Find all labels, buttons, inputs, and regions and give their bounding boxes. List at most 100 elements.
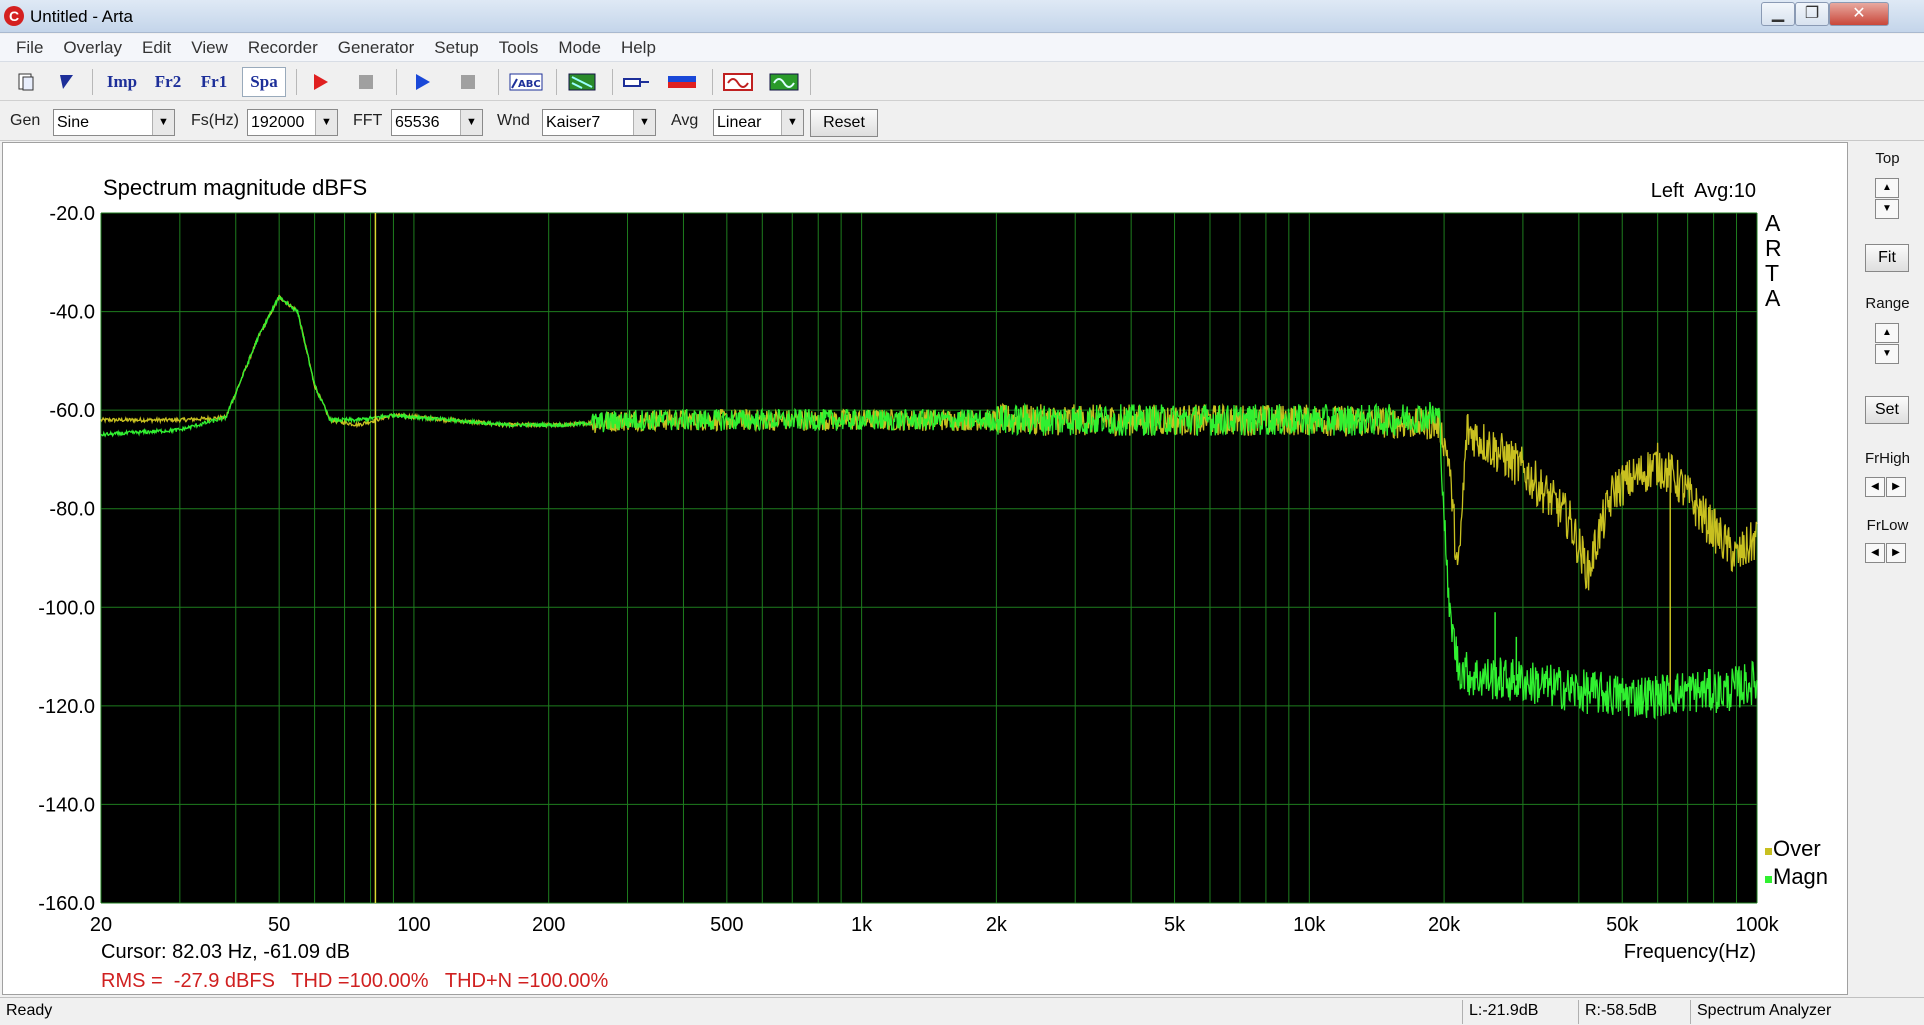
fft-size-select[interactable]: 65536 ▼ [391, 109, 483, 136]
generator-value: Sine [57, 114, 90, 131]
impulse-mode-button[interactable]: Imp [104, 67, 140, 97]
y-tick-label: -120.0 [38, 696, 95, 718]
toolbar-separator [556, 69, 557, 95]
x-tick-label: 1k [851, 914, 873, 936]
chevron-down-icon: ▼ [152, 110, 174, 135]
maximize-button[interactable]: ❐ [1795, 2, 1829, 26]
plot-area[interactable] [101, 213, 1757, 903]
status-ready: Ready [6, 1002, 53, 1019]
status-left-level: L:-21.9dB [1462, 1000, 1576, 1024]
window-label: Wnd [497, 112, 530, 129]
toolbar-separator [712, 69, 713, 95]
y-tick-label: -60.0 [49, 400, 95, 422]
toolbar-separator [296, 69, 297, 95]
abc-icon[interactable]: ABC [506, 67, 546, 97]
spectrum-plot-panel[interactable]: -20.0 -40.0 -60.0 -80.0 -100.0 -120.0 -140.0 -1… [2, 142, 1848, 995]
x-tick-label: 2k [986, 914, 1008, 936]
close-button[interactable]: ✕ [1829, 2, 1889, 26]
channel-info: Left Avg:10 [1651, 180, 1756, 202]
gen-label: Gen [10, 112, 41, 129]
sample-rate-select[interactable]: 192000 ▼ [247, 109, 338, 136]
frhigh-left-button[interactable]: ◀ [1865, 477, 1885, 497]
arta-app-icon[interactable]: C [4, 6, 24, 26]
y-tick-label: -40.0 [49, 302, 95, 324]
top-up-button[interactable]: ▲ [1875, 178, 1899, 198]
menu-setup[interactable]: Setup [424, 38, 488, 58]
x-tick-label: 500 [710, 914, 743, 936]
x-tick-label: 20 [90, 914, 112, 936]
menu-generator[interactable]: Generator [328, 38, 425, 58]
record-stop-icon[interactable] [348, 67, 384, 97]
level-meter-icon[interactable] [664, 67, 700, 97]
x-tick-label: 100k [1735, 914, 1779, 936]
new-file-icon[interactable] [8, 67, 44, 97]
set-button[interactable]: Set [1865, 396, 1909, 424]
frhigh-right-button[interactable]: ▶ [1886, 477, 1906, 497]
y-tick-label: -20.0 [49, 203, 95, 225]
spectrum-grid-icon[interactable] [564, 67, 600, 97]
frhigh-label: FrHigh [1864, 450, 1910, 467]
generator-play-icon[interactable] [404, 67, 440, 97]
menu-mode[interactable]: Mode [548, 38, 611, 58]
menu-view[interactable]: View [181, 38, 238, 58]
probe-icon[interactable] [618, 67, 654, 97]
x-tick-label: 20k [1428, 914, 1461, 936]
fr1-mode-button[interactable]: Fr1 [196, 67, 232, 97]
x-tick-label: 50 [268, 914, 290, 936]
minimize-button[interactable]: ▁ [1761, 2, 1795, 26]
measurement-readout: RMS = -27.9 dBFS THD =100.00% THD+N =100… [101, 970, 609, 992]
cursor-readout: Cursor: 82.03 Hz, -61.09 dB [101, 941, 350, 963]
menu-edit[interactable]: Edit [132, 38, 181, 58]
fr2-mode-button[interactable]: Fr2 [150, 67, 186, 97]
watermark-letter: T [1765, 260, 1779, 286]
status-bar: Ready L:-21.9dB R:-58.5dB Spectrum Analy… [0, 997, 1924, 1025]
record-play-icon[interactable] [302, 67, 338, 97]
x-tick-label: 100 [397, 914, 430, 936]
fit-button[interactable]: Fit [1865, 244, 1909, 272]
legend: Over Magn [1765, 836, 1828, 889]
fft-size-value: 65536 [395, 114, 440, 131]
menu-overlay[interactable]: Overlay [53, 38, 132, 58]
y-tick-label: -100.0 [38, 597, 95, 619]
menu-help[interactable]: Help [611, 38, 666, 58]
chevron-down-icon: ▼ [781, 110, 803, 135]
legend-label-over: Over [1773, 836, 1821, 861]
generator-stop-icon[interactable] [450, 67, 486, 97]
toolbar: Imp Fr2 Fr1 Spa ABC [0, 63, 1924, 101]
toolbar-separator [92, 69, 93, 95]
range-up-button[interactable]: ▲ [1875, 323, 1899, 343]
sample-rate-value: 192000 [251, 114, 305, 131]
top-label: Top [1875, 150, 1900, 167]
scale-side-panel: Top ▲ ▼ Fit Range ▲ ▼ Set FrHigh ◀ ▶ FrL… [1851, 142, 1924, 995]
legend-swatch-over [1765, 848, 1772, 855]
window-select[interactable]: Kaiser7 ▼ [542, 109, 656, 136]
menu-bar: File Overlay Edit View Recorder Generato… [0, 34, 1924, 62]
menu-file[interactable]: File [6, 38, 53, 58]
averaging-select[interactable]: Linear ▼ [713, 109, 804, 136]
fs-label: Fs(Hz) [191, 112, 239, 129]
pointer-icon[interactable] [48, 67, 84, 97]
generator-select[interactable]: Sine ▼ [53, 109, 175, 136]
spectrum-chart[interactable]: -20.0 -40.0 -60.0 -80.0 -100.0 -120.0 -140.0 -1… [3, 143, 1847, 994]
averaging-value: Linear [717, 114, 762, 131]
toolbar-separator [498, 69, 499, 95]
menu-recorder[interactable]: Recorder [238, 38, 328, 58]
top-down-button[interactable]: ▼ [1875, 199, 1899, 219]
signal-generator-icon[interactable] [720, 67, 756, 97]
range-label: Range [1865, 295, 1910, 312]
frlow-right-button[interactable]: ▶ [1886, 543, 1906, 563]
watermark-letter: R [1765, 235, 1782, 261]
x-tick-label: 200 [532, 914, 565, 936]
range-down-button[interactable]: ▼ [1875, 344, 1899, 364]
frlow-left-button[interactable]: ◀ [1865, 543, 1885, 563]
menu-tools[interactable]: Tools [489, 38, 549, 58]
fft-label: FFT [353, 112, 383, 129]
frlow-label: FrLow [1866, 517, 1909, 534]
chart-title: Spectrum magnitude dBFS [103, 175, 367, 200]
reset-button[interactable]: Reset [810, 109, 878, 137]
toolbar-separator [810, 69, 811, 95]
window-title: Untitled - Arta [30, 7, 133, 26]
avg-label: Avg [671, 112, 699, 129]
spectrum-mode-button[interactable]: Spa [242, 67, 286, 97]
scope-icon[interactable] [766, 67, 802, 97]
